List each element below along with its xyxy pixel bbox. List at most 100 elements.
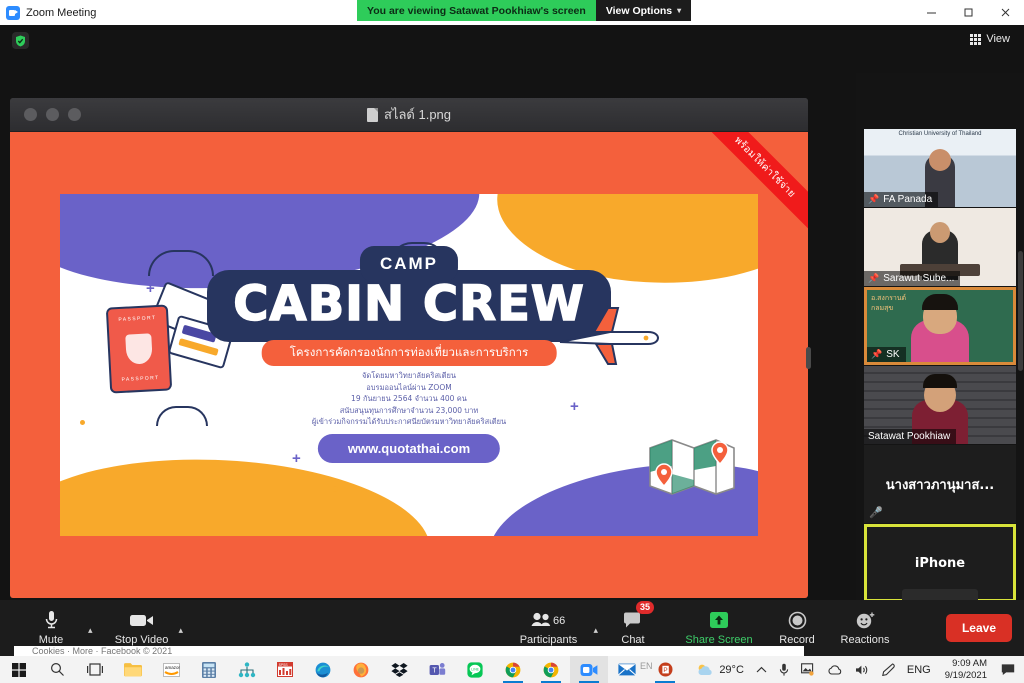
filmstrip-scrollbar[interactable] [1018, 251, 1023, 371]
participant-tile[interactable]: อ.สงกรานต์ กลมสุข 📌 SK [864, 287, 1016, 365]
file-explorer-icon[interactable] [114, 656, 152, 683]
shared-file-title-wrap: สไลด์ 1.png [10, 104, 808, 125]
language-indicator[interactable]: ENG [901, 656, 937, 683]
plus-decor-icon: + [292, 450, 301, 467]
microphone-icon [44, 610, 59, 630]
smiley-plus-icon [855, 610, 876, 630]
fineprint-line: สนับสนุนทุนการศึกษาจำนวน 23,000 บาท [339, 405, 479, 415]
tray-onedrive-button[interactable] [821, 656, 849, 683]
clock-time: 9:09 AM [952, 657, 987, 669]
close-button[interactable] [987, 0, 1024, 25]
windows-start-icon[interactable] [0, 656, 38, 683]
svg-text:LINE: LINE [471, 667, 479, 671]
shared-screen-area[interactable]: สไลด์ 1.png พร้อมให้ค่าใช้จ่าย + + + PAS… [10, 98, 808, 598]
node-tree-icon[interactable] [228, 656, 266, 683]
zoom-logo-icon [6, 5, 20, 20]
tray-pen-button[interactable] [875, 656, 901, 683]
participant-tile[interactable]: Satawat Pookhiaw [864, 366, 1016, 444]
taskbar-clock[interactable]: 9:09 AM 9/19/2021 [937, 658, 995, 682]
mute-label: Mute [38, 634, 64, 646]
mac-traffic-lights [10, 108, 81, 121]
tray-photos-button[interactable] [795, 656, 821, 683]
audio-options-chevron-icon[interactable]: ▴ [82, 625, 99, 636]
participant-tile[interactable]: 📌 Sarawut Sube... [864, 208, 1016, 286]
participant-name: Sarawut Sube... [883, 273, 955, 284]
fineprint-line: อบรมออนไลน์ผ่าน ZOOM [366, 382, 452, 392]
chrome-window-icon[interactable] [532, 656, 570, 683]
view-layout-button[interactable]: View [964, 30, 1016, 48]
reactions-button[interactable]: Reactions [836, 602, 894, 654]
tray-volume-button[interactable] [849, 656, 875, 683]
stop-video-label: Stop Video [114, 634, 169, 646]
image-file-icon [366, 107, 378, 122]
poster-subtitle: โครงการคัดกรองนักการท่องเที่ยวและการบริก… [261, 340, 557, 366]
leave-button[interactable]: Leave [945, 614, 1012, 642]
participant-name-badge: 📌 SK [867, 347, 906, 362]
participant-name: FA Panada [883, 194, 933, 205]
firefox-icon[interactable] [342, 656, 380, 683]
mac-close-icon [24, 108, 37, 121]
share-screen-label: Share Screen [685, 634, 753, 646]
video-options-chevron-icon[interactable]: ▴ [173, 625, 190, 636]
participants-options-chevron-icon[interactable]: ▴ [587, 625, 604, 636]
screen-share-status: You are viewing Satawat Pookhiaw's scree… [357, 0, 692, 21]
chevron-down-icon: ▾ [677, 6, 682, 15]
tray-expand-button[interactable] [750, 656, 773, 683]
weather-temp: 29°C [719, 663, 744, 676]
windows-taskbar: amazon SPSS T LINE P EN 29°C ENG 9:09 AM… [0, 656, 1024, 683]
pin-icon: 📌 [868, 273, 880, 283]
view-options-button[interactable]: View Options ▾ [595, 0, 692, 21]
dot-decor-icon [332, 486, 338, 492]
view-button-label: View [986, 33, 1010, 45]
chevron-up-icon [756, 666, 767, 672]
folded-map-icon [649, 439, 735, 495]
fineprint-line: ผู้เข้าร่วมกิจกรรมได้รับประกาศนียบัตรมหา… [311, 417, 507, 426]
volume-icon [855, 665, 868, 674]
airplane-icon [559, 307, 660, 365]
search-icon[interactable] [38, 656, 76, 683]
window-title: Zoom Meeting [26, 6, 97, 19]
edge-icon[interactable] [304, 656, 342, 683]
panel-drag-handle[interactable] [806, 347, 811, 369]
participant-name: iPhone [914, 555, 966, 571]
tray-microphone-button[interactable] [773, 656, 795, 683]
shield-check-icon[interactable] [12, 32, 29, 49]
line-icon[interactable]: LINE [456, 656, 494, 683]
notification-icon [1001, 664, 1015, 675]
weather-widget[interactable]: 29°C [690, 656, 750, 683]
teams-icon[interactable]: T [418, 656, 456, 683]
partly-cloudy-icon [698, 664, 712, 675]
participant-tile[interactable]: Christian University of Thailand 📌 FA Pa… [864, 129, 1016, 207]
participant-tile[interactable]: นางสาวภานุมาส... 🎤 [864, 445, 1016, 523]
clock-date: 9/19/2021 [944, 669, 987, 681]
maximize-button[interactable] [950, 0, 987, 25]
zoom-icon[interactable] [570, 656, 608, 683]
pen-icon [881, 663, 895, 676]
zoom-meeting-window: Zoom Meeting You are viewing Satawat Poo… [0, 0, 1024, 683]
poster-image: พร้อมให้ค่าใช้จ่าย + + + + + [10, 132, 808, 598]
svg-text:66: 66 [553, 615, 565, 627]
calculator-icon[interactable] [190, 656, 228, 683]
ime-indicator[interactable]: EN [640, 661, 653, 671]
spss-icon[interactable]: SPSS [266, 656, 304, 683]
chat-badge: 35 [635, 601, 654, 614]
dropbox-icon[interactable] [380, 656, 418, 683]
mac-minimize-icon [46, 108, 59, 121]
meeting-body: View สไลด์ 1.png พร้อมให้ค่าใช้จ่าย + + … [0, 25, 1024, 656]
task-view-icon[interactable] [76, 656, 114, 683]
video-camera-icon [129, 610, 154, 630]
notification-center-button[interactable] [995, 656, 1024, 683]
minimize-button[interactable] [913, 0, 950, 25]
participant-name: Satawat Pookhiaw [868, 431, 951, 442]
participants-label: Participants [519, 634, 578, 646]
microphone-icon [779, 663, 789, 676]
photos-icon [800, 663, 814, 676]
view-options-label: View Options [605, 4, 673, 17]
share-arrow-up-icon [708, 610, 730, 630]
svg-text:amazon: amazon [165, 665, 180, 670]
amazon-icon[interactable]: amazon [152, 656, 190, 683]
mac-zoom-icon [68, 108, 81, 121]
participant-name-badge: 📌 FA Panada [864, 192, 939, 207]
fineprint-line: จัดโดยมหาวิทยาลัยคริสเตียน [362, 371, 456, 380]
chrome-icon[interactable] [494, 656, 532, 683]
